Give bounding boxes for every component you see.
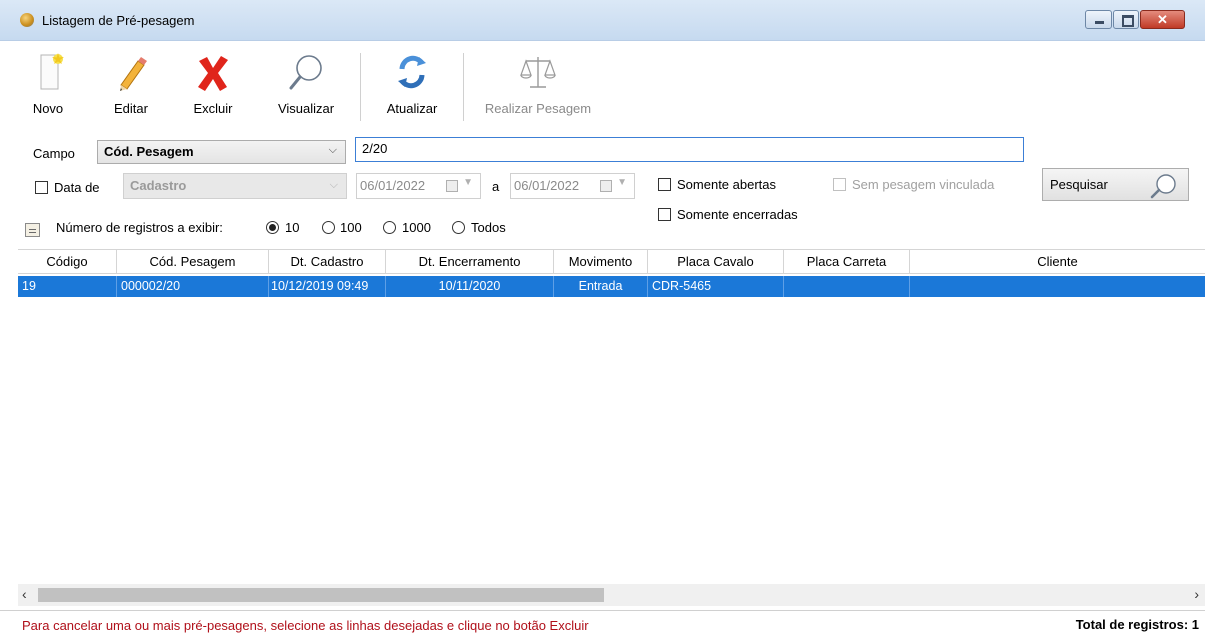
somente-abertas-checkbox[interactable] [658, 178, 671, 191]
cell-placa-cavalo: CDR-5465 [648, 276, 784, 297]
novo-label: Novo [32, 101, 64, 116]
title-bar: Listagem de Pré-pesagem ✕ [0, 0, 1205, 41]
search-icon [1150, 174, 1176, 199]
grid-header: Código Cód. Pesagem Dt. Cadastro Dt. Enc… [18, 249, 1205, 274]
dropdown-arrow-icon: ▼ [617, 177, 627, 188]
pesquisar-button[interactable]: Pesquisar [1042, 168, 1189, 201]
records-grid[interactable]: Código Cód. Pesagem Dt. Cadastro Dt. Enc… [18, 249, 1205, 584]
somente-abertas-label: Somente abertas [677, 177, 777, 192]
registros-option-10: 10 [285, 220, 300, 235]
cell-dt-cadastro: 10/12/2019 09:49 [269, 276, 386, 297]
scroll-left-icon[interactable]: ‹ [22, 586, 27, 602]
status-message: Para cancelar uma ou mais pré-pesagens, … [22, 618, 589, 633]
window-title: Listagem de Pré-pesagem [42, 13, 195, 28]
sem-pesagem-label: Sem pesagem vinculada [852, 177, 995, 192]
chevron-down-icon: ⌵ [329, 179, 338, 191]
grid-options-icon[interactable] [25, 223, 40, 237]
close-icon: ✕ [1157, 12, 1168, 27]
date-from-picker[interactable]: 06/01/2022 ▼ [356, 173, 481, 199]
refresh-icon [398, 55, 426, 89]
somente-encerradas-checkbox[interactable] [658, 208, 671, 221]
novo-button[interactable]: Novo [25, 51, 71, 116]
toolbar-separator [463, 53, 464, 121]
dropdown-arrow-icon: ▼ [463, 177, 473, 188]
calendar-icon [446, 180, 458, 192]
date-to-value: 06/01/2022 [514, 178, 580, 193]
cell-cliente [910, 276, 1205, 297]
registros-radio-1000[interactable] [383, 221, 396, 234]
excluir-label: Excluir [193, 101, 233, 116]
registros-option-100: 100 [340, 220, 362, 235]
atualizar-button[interactable]: Atualizar [380, 51, 444, 116]
cell-dt-encerramento: 10/11/2020 [386, 276, 554, 297]
scrollbar-thumb[interactable] [38, 588, 604, 602]
realizar-pesagem-button[interactable]: Realizar Pesagem [484, 51, 592, 116]
minimize-button[interactable] [1085, 10, 1112, 29]
data-field-select[interactable]: Cadastro ⌵ [123, 173, 347, 199]
registros-radio-10[interactable] [266, 221, 279, 234]
column-header-cod-pesagem[interactable]: Cód. Pesagem [117, 250, 269, 274]
column-header-placa-carreta[interactable]: Placa Carreta [784, 250, 910, 274]
table-row[interactable]: 19 000002/20 10/12/2019 09:49 10/11/2020… [18, 276, 1205, 297]
new-document-icon [40, 53, 64, 90]
excluir-button[interactable]: Excluir [187, 51, 239, 116]
somente-encerradas-label: Somente encerradas [677, 207, 798, 222]
registros-option-todos: Todos [471, 220, 506, 235]
toolbar: Novo Editar Excluir Visualizar Atualizar [0, 41, 1205, 131]
toolbar-separator [360, 53, 361, 121]
editar-button[interactable]: Editar [107, 51, 155, 116]
scale-icon [520, 57, 556, 88]
column-header-codigo[interactable]: Código [18, 250, 117, 274]
column-header-dt-encerramento[interactable]: Dt. Encerramento [386, 250, 554, 274]
cell-cod-pesagem: 000002/20 [117, 276, 269, 297]
cell-codigo: 19 [18, 276, 117, 297]
realizar-pesagem-label: Realizar Pesagem [484, 101, 592, 116]
data-field-value: Cadastro [130, 178, 187, 193]
visualizar-button[interactable]: Visualizar [274, 51, 338, 116]
pesquisar-label: Pesquisar [1050, 177, 1108, 192]
status-bar: Para cancelar uma ou mais pré-pesagens, … [0, 610, 1205, 639]
column-header-dt-cadastro[interactable]: Dt. Cadastro [269, 250, 386, 274]
campo-label: Campo [33, 146, 75, 161]
maximize-button[interactable] [1113, 10, 1139, 29]
visualizar-label: Visualizar [277, 101, 335, 116]
chevron-down-icon: ⌵ [328, 144, 337, 156]
app-icon [20, 13, 34, 27]
magnifier-icon [289, 55, 322, 90]
close-button[interactable]: ✕ [1140, 10, 1185, 29]
scroll-right-icon[interactable]: › [1194, 586, 1199, 602]
cell-movimento: Entrada [554, 276, 648, 297]
campo-select[interactable]: Cód. Pesagem ⌵ [97, 140, 346, 164]
registros-radio-todos[interactable] [452, 221, 465, 234]
column-header-cliente[interactable]: Cliente [910, 250, 1205, 274]
data-de-label: Data de [54, 180, 100, 195]
sem-pesagem-checkbox[interactable] [833, 178, 846, 191]
cell-placa-carreta [784, 276, 910, 297]
registros-radio-100[interactable] [322, 221, 335, 234]
total-records: Total de registros: 1 [1075, 617, 1199, 632]
column-header-movimento[interactable]: Movimento [554, 250, 648, 274]
calendar-icon [600, 180, 612, 192]
date-separator: a [492, 179, 500, 194]
atualizar-label: Atualizar [386, 101, 438, 116]
campo-select-value: Cód. Pesagem [104, 144, 194, 159]
editar-label: Editar [114, 101, 148, 116]
horizontal-scrollbar[interactable]: ‹ › [18, 584, 1205, 606]
pencil-icon [120, 57, 147, 91]
date-from-value: 06/01/2022 [360, 178, 426, 193]
registros-label: Número de registros a exibir: [56, 220, 223, 235]
delete-x-icon [198, 56, 228, 91]
column-header-placa-cavalo[interactable]: Placa Cavalo [648, 250, 784, 274]
date-to-picker[interactable]: 06/01/2022 ▼ [510, 173, 635, 199]
search-input[interactable]: 2/20 [355, 137, 1024, 162]
registros-option-1000: 1000 [402, 220, 431, 235]
data-de-checkbox[interactable] [35, 181, 48, 194]
